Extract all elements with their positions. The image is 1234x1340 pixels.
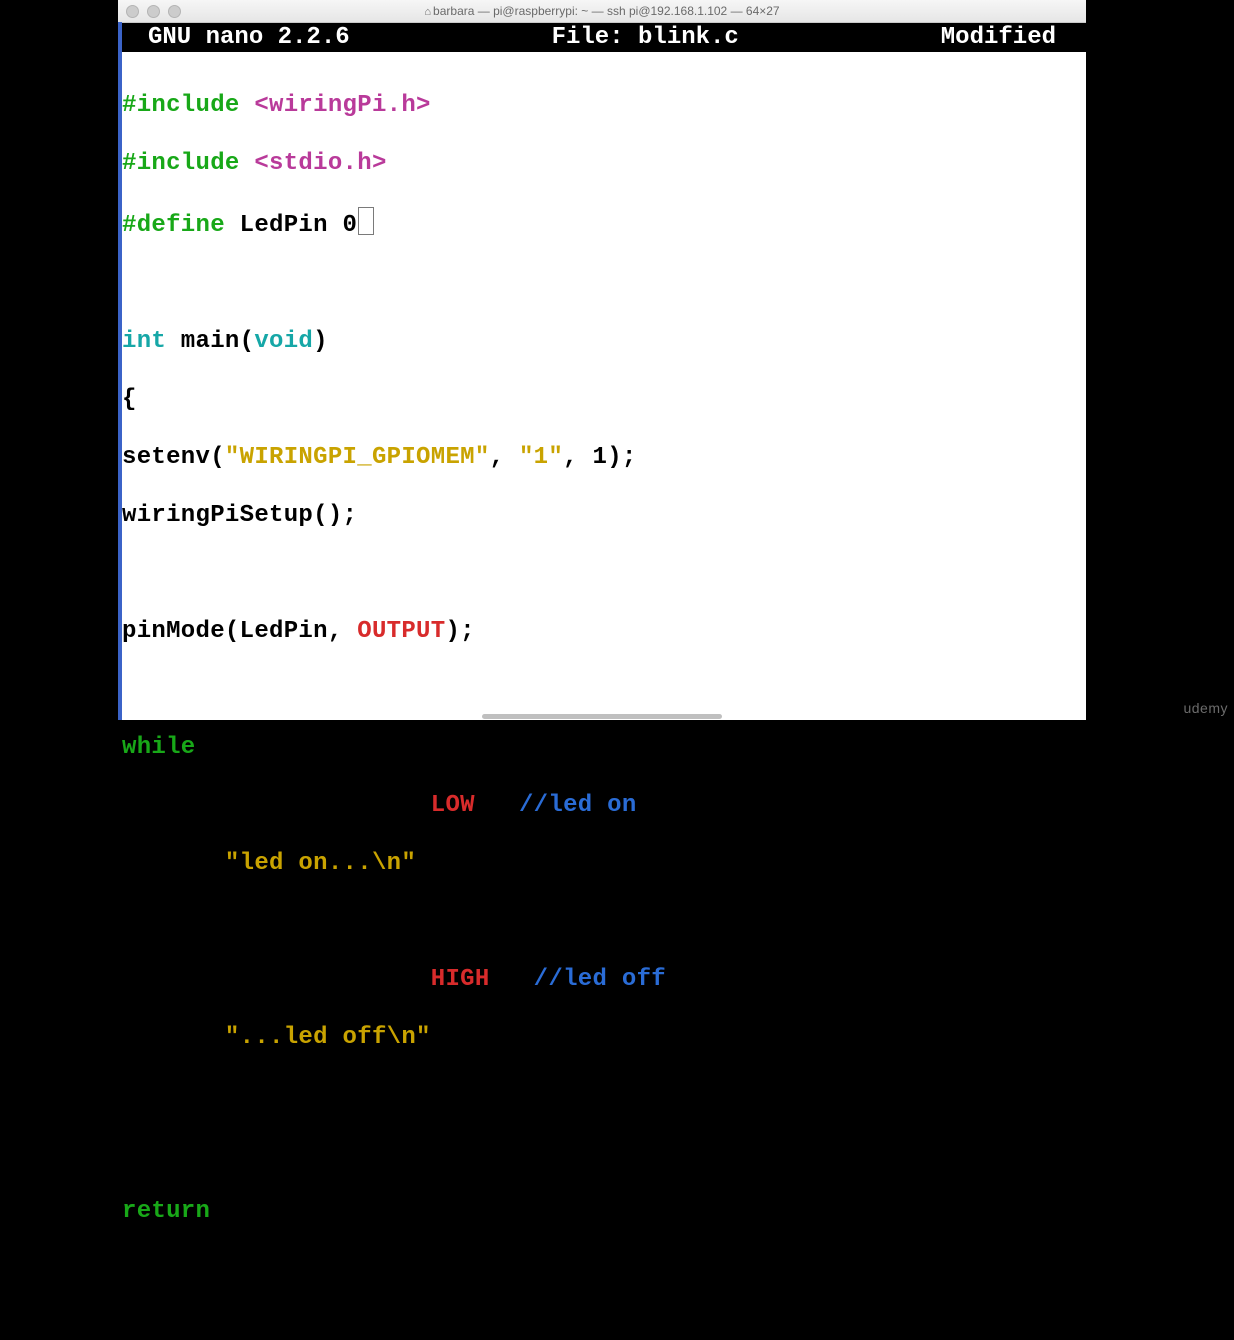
window-title: ⌂barbara — pi@raspberrypi: ~ — ssh pi@19… (118, 4, 1086, 18)
minimize-icon[interactable] (147, 5, 160, 18)
code-line: setenv("WIRINGPI_GPIOMEM", "1", 1); (122, 443, 1082, 472)
close-icon[interactable] (126, 5, 139, 18)
code-line: { (122, 385, 1082, 414)
code-line: delay(500); (122, 1081, 1082, 1110)
home-icon: ⌂ (424, 6, 431, 18)
cursor (358, 207, 374, 235)
code-line: delay(500); (122, 907, 1082, 936)
editor-area[interactable]: #include <wiringPi.h> #include <stdio.h>… (118, 52, 1086, 1340)
code-line: #define LedPin 0 (122, 207, 1082, 240)
code-line: printf("...led off\n"); (122, 1023, 1082, 1052)
code-line: digitalWrite(LedPin, HIGH); //led off (122, 965, 1082, 994)
code-line (122, 675, 1082, 704)
terminal-window: ⌂barbara — pi@raspberrypi: ~ — ssh pi@19… (118, 0, 1086, 720)
code-line: } (122, 1139, 1082, 1168)
code-line: pinMode(LedPin, OUTPUT); (122, 617, 1082, 646)
code-line (122, 559, 1082, 588)
scrollbar-horizontal[interactable] (482, 714, 722, 719)
code-line (122, 269, 1082, 298)
code-line: wiringPiSetup(); (122, 501, 1082, 530)
zoom-icon[interactable] (168, 5, 181, 18)
window-title-text: barbara — pi@raspberrypi: ~ — ssh pi@192… (433, 4, 780, 18)
code-line: while(1){ (122, 733, 1082, 762)
code-line: #include <wiringPi.h> (122, 91, 1082, 120)
nano-header: GNU nano 2.2.6 File: blink.c Modified (118, 23, 1086, 52)
watermark: udemy (1183, 700, 1228, 716)
traffic-lights (126, 5, 181, 18)
code-line: digitalWrite(LedPin, LOW); //led on (122, 791, 1082, 820)
code-line: return 0; (122, 1197, 1082, 1226)
window-titlebar: ⌂barbara — pi@raspberrypi: ~ — ssh pi@19… (118, 0, 1086, 23)
code-line: #include <stdio.h> (122, 149, 1082, 178)
nano-file-label: File: blink.c (350, 23, 941, 52)
scrollbar-vertical[interactable] (118, 22, 122, 720)
code-line: printf("led on...\n"); (122, 849, 1082, 878)
code-line: } (122, 1255, 1082, 1284)
nano-app-name: GNU nano 2.2.6 (120, 23, 350, 52)
code-line: int main(void) (122, 327, 1082, 356)
nano-status: Modified (941, 23, 1084, 52)
